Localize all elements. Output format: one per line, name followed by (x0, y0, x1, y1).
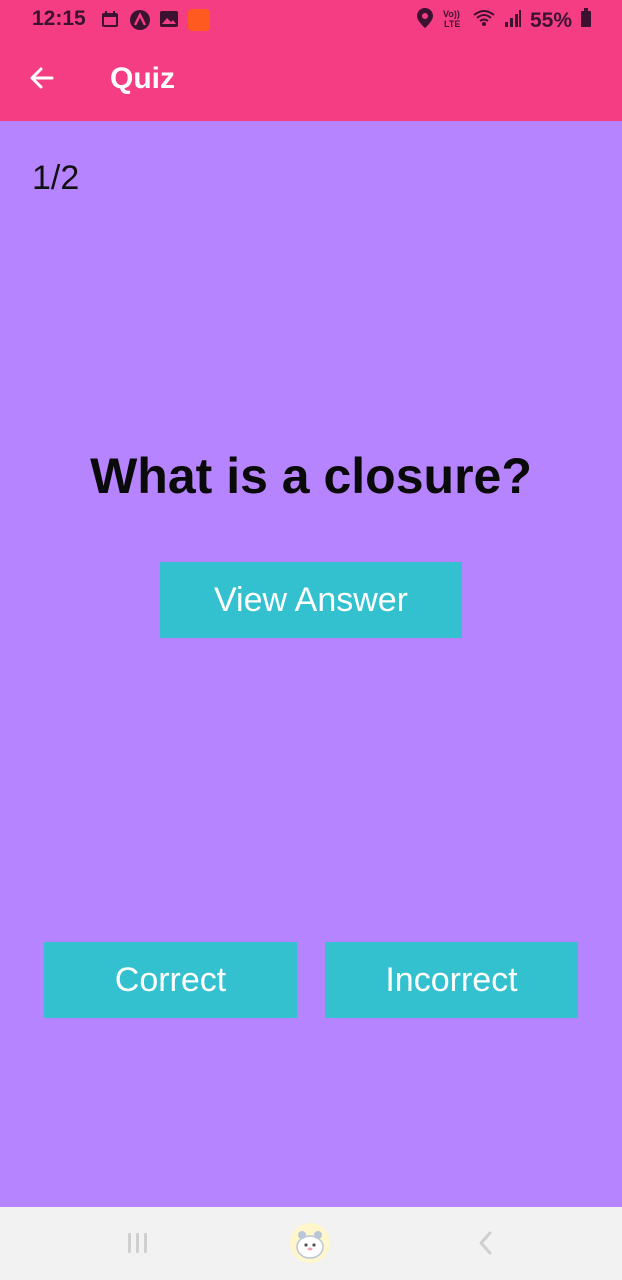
location-icon (416, 7, 434, 34)
back-nav-button[interactable] (464, 1223, 508, 1267)
svg-text:LTE: LTE (444, 19, 460, 29)
back-nav-icon (474, 1230, 498, 1261)
battery-icon (580, 8, 592, 33)
question-counter: 1/2 (32, 159, 80, 197)
home-button[interactable] (288, 1221, 332, 1270)
recents-icon (125, 1230, 151, 1261)
signal-icon (504, 8, 522, 33)
recents-button[interactable] (116, 1223, 160, 1267)
svg-text:Vo)): Vo)) (443, 9, 460, 19)
status-time: 12:15 (32, 7, 86, 30)
back-button[interactable] (22, 60, 62, 100)
calendar-icon (100, 9, 120, 29)
status-right-group: Vo)) LTE 55% (416, 7, 592, 34)
gallery-icon (159, 9, 179, 29)
correct-button[interactable]: Correct (44, 942, 297, 1018)
arrow-back-icon (28, 64, 56, 97)
quiz-content: 1/2 What is a closure? View Answer Corre… (0, 121, 622, 1207)
app-square-icon (188, 9, 210, 31)
volte-icon: Vo)) LTE (442, 7, 464, 34)
question-text: What is a closure? (90, 448, 532, 504)
view-answer-button[interactable]: View Answer (160, 562, 462, 638)
wifi-icon (472, 8, 496, 33)
app-bar: Quiz (0, 38, 622, 121)
page-title: Quiz (110, 62, 175, 95)
system-nav-bar (0, 1207, 622, 1280)
home-icon (288, 1221, 332, 1270)
incorrect-button[interactable]: Incorrect (325, 942, 578, 1018)
app-a-icon (129, 9, 150, 30)
battery-percent: 55% (529, 8, 572, 32)
status-bar: 12:15 Vo)) LTE 55% (0, 0, 622, 38)
